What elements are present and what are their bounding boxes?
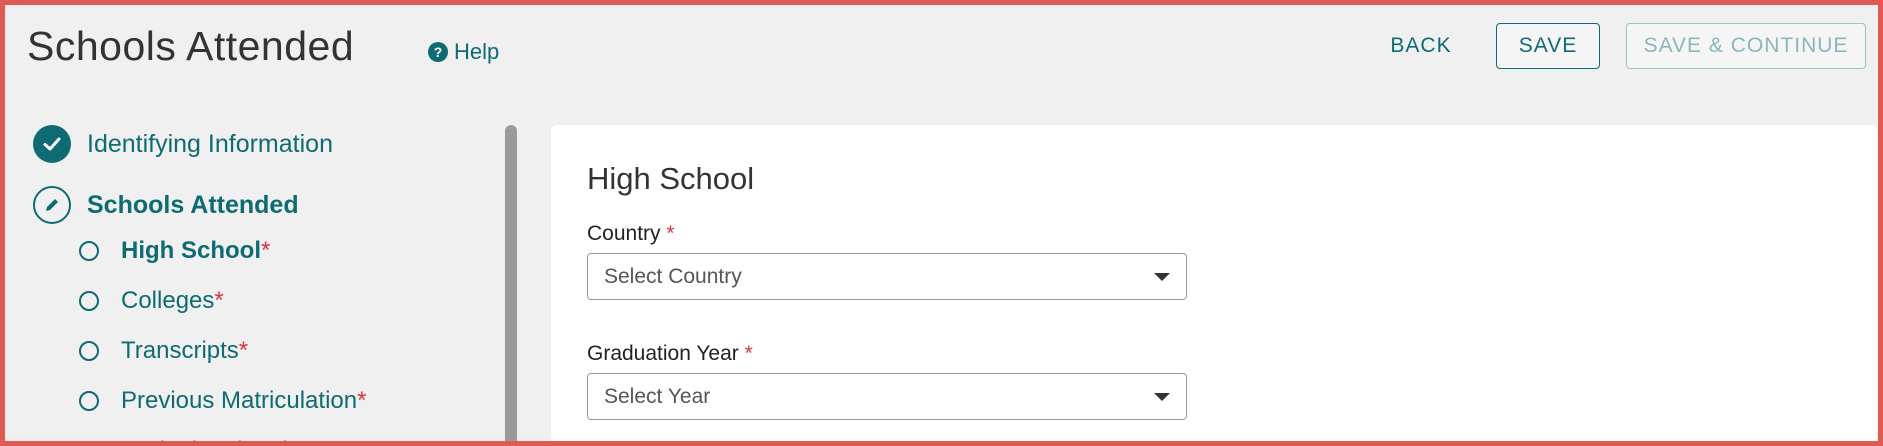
sidebar-nav: Identifying Information Schools Attended… bbox=[27, 123, 507, 446]
circle-outline-icon bbox=[79, 291, 99, 311]
circle-outline-icon bbox=[79, 241, 99, 261]
page-title: Schools Attended bbox=[27, 23, 355, 69]
save-button[interactable]: SAVE bbox=[1496, 23, 1600, 69]
sidebar-item-colleges[interactable]: Colleges* bbox=[79, 287, 224, 315]
form-title: High School bbox=[587, 161, 755, 196]
required-mark: * bbox=[261, 237, 271, 264]
sidebar-item-label: Previous Matriculation bbox=[121, 387, 358, 414]
check-circle-icon bbox=[33, 125, 71, 163]
sidebar-item-transcripts[interactable]: Transcripts* bbox=[79, 337, 248, 365]
country-label: Country * bbox=[587, 222, 675, 245]
required-mark: * bbox=[744, 342, 753, 365]
sidebar-item-label: Transcripts bbox=[121, 337, 239, 364]
circle-outline-icon bbox=[79, 391, 99, 411]
sidebar-item-label: Colleges bbox=[121, 287, 215, 314]
header-actions: BACK SAVE SAVE & CONTINUE bbox=[1372, 23, 1866, 69]
help-label: Help bbox=[454, 39, 500, 64]
sidebar-item-high-school[interactable]: High School* bbox=[79, 237, 270, 265]
graduation-year-select[interactable]: Select Year bbox=[587, 373, 1187, 420]
circle-outline-icon bbox=[79, 341, 99, 361]
graduation-year-placeholder: Select Year bbox=[604, 384, 711, 408]
required-mark: * bbox=[357, 387, 367, 414]
sidebar-item-label: Institutional Action bbox=[121, 437, 314, 441]
graduation-year-label: Graduation Year * bbox=[587, 342, 753, 365]
sidebar-scrollbar[interactable] bbox=[505, 125, 517, 441]
caret-down-icon bbox=[1154, 393, 1170, 401]
question-icon: ? bbox=[428, 42, 448, 62]
required-mark: * bbox=[214, 287, 224, 314]
country-select[interactable]: Select Country bbox=[587, 253, 1187, 300]
sidebar-item-label: High School bbox=[121, 237, 261, 264]
required-mark: * bbox=[238, 337, 249, 364]
sidebar-section-label: Identifying Information bbox=[87, 129, 333, 158]
sidebar-item-previous-matriculation[interactable]: Previous Matriculation* bbox=[79, 387, 366, 415]
sidebar-section-schools-attended[interactable]: Schools Attended bbox=[33, 186, 299, 224]
sidebar-section-identifying-information[interactable]: Identifying Information bbox=[33, 125, 333, 163]
circle-outline-icon bbox=[79, 441, 99, 446]
country-placeholder: Select Country bbox=[604, 264, 742, 288]
sidebar-section-label: Schools Attended bbox=[87, 190, 299, 219]
help-link[interactable]: ? Help bbox=[428, 39, 499, 65]
pencil-icon bbox=[33, 186, 71, 224]
high-school-form-card: High School Country * Select Country Gra… bbox=[551, 125, 1877, 441]
back-button[interactable]: BACK bbox=[1372, 23, 1470, 69]
save-continue-button[interactable]: SAVE & CONTINUE bbox=[1626, 23, 1866, 69]
sidebar-item-institutional-action[interactable]: Institutional Action* bbox=[79, 437, 324, 446]
app-frame: Schools Attended ? Help BACK SAVE SAVE &… bbox=[0, 0, 1883, 446]
caret-down-icon bbox=[1154, 273, 1170, 281]
required-mark: * bbox=[666, 222, 675, 245]
required-mark: * bbox=[314, 437, 323, 441]
